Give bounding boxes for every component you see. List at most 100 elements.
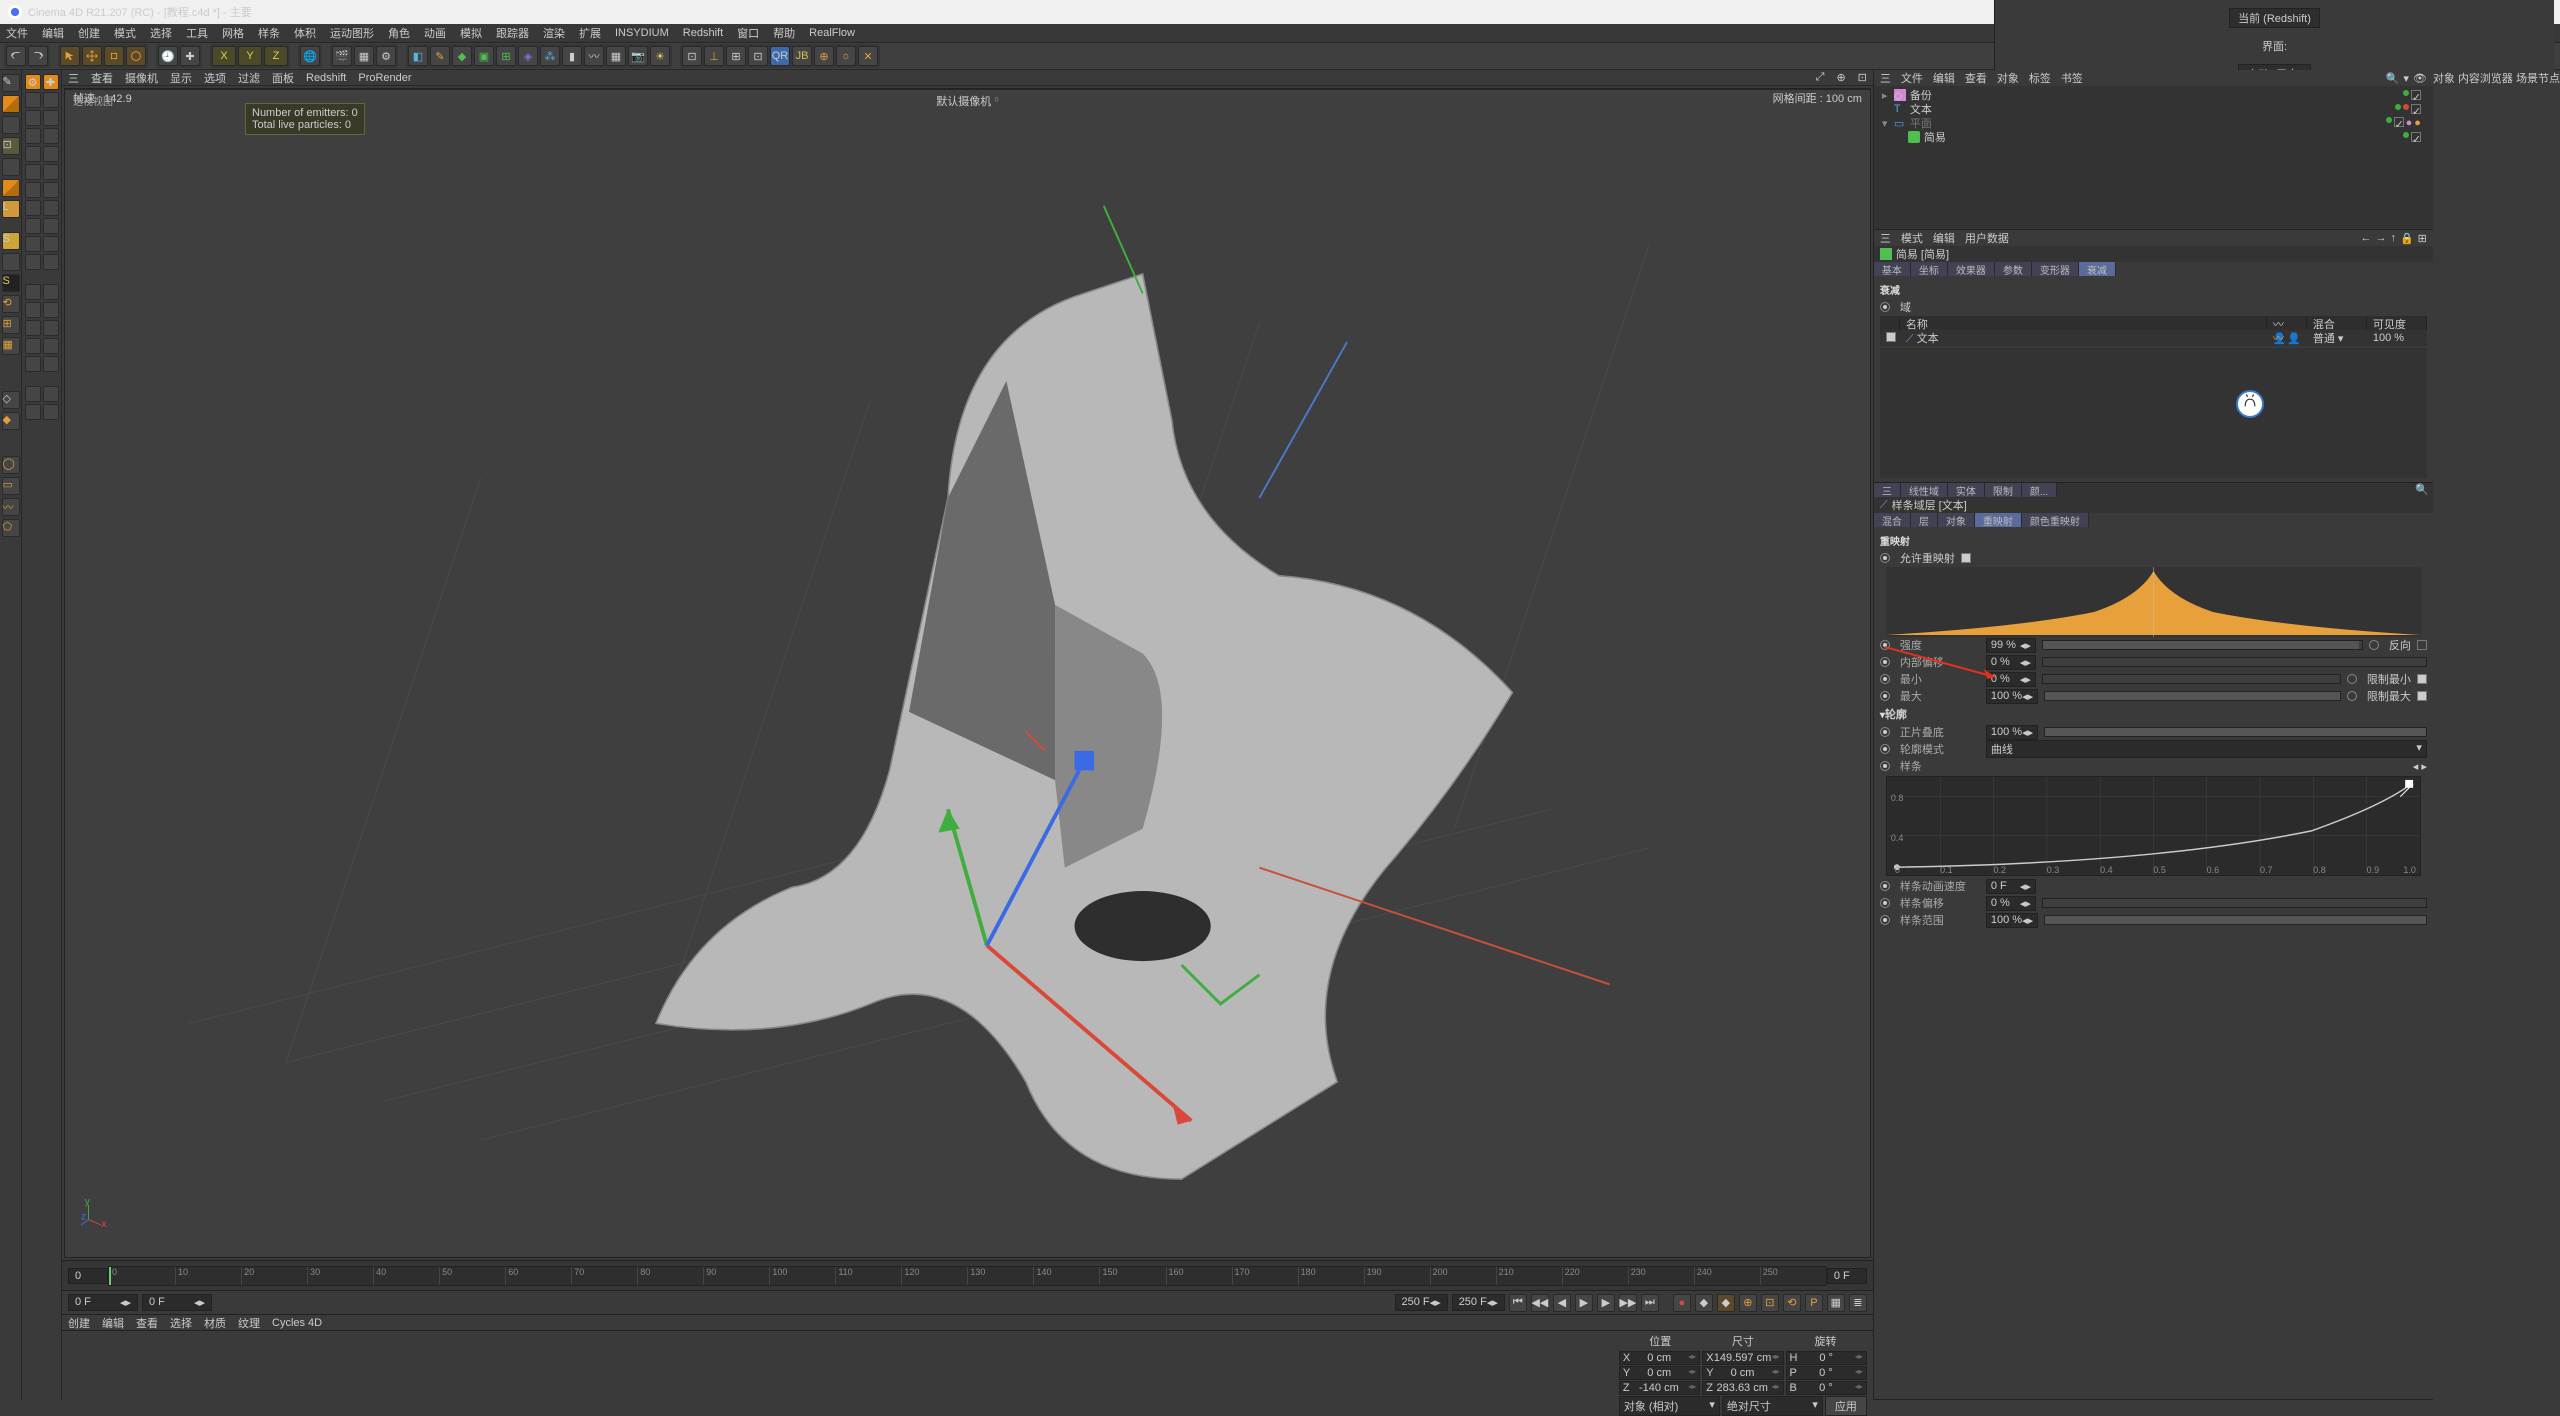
tab-falloff[interactable]: 衰减 xyxy=(2079,262,2116,276)
pos-x-field[interactable]: X0 cm◂▸ xyxy=(1619,1351,1700,1365)
edge-mode-button[interactable]: L xyxy=(2,200,20,218)
subtab-color[interactable]: 颜... xyxy=(2022,483,2057,497)
spline-speed-field[interactable]: 0 F◂▸ xyxy=(1986,879,2036,894)
menu-mograph[interactable]: 运动图形 xyxy=(330,25,374,41)
vp-menu-filter[interactable]: 过滤 xyxy=(238,70,260,86)
am-edit[interactable]: 编辑 xyxy=(1933,230,1955,246)
vp-menu-view[interactable]: 查看 xyxy=(91,70,113,86)
light-button[interactable]: ☀ xyxy=(650,46,670,66)
pos-y-field[interactable]: Y0 cm◂▸ xyxy=(1619,1366,1700,1380)
spline-opts-button[interactable]: ◂ ▸ xyxy=(2413,760,2427,773)
palette-icon-31[interactable] xyxy=(25,356,41,372)
pos-z-field[interactable]: Z-140 cm◂▸ xyxy=(1619,1381,1700,1395)
x-axis-button[interactable]: X xyxy=(212,46,236,66)
pla-key-button[interactable]: ▦ xyxy=(1827,1294,1845,1312)
vp-menu-panel[interactable]: 面板 xyxy=(272,70,294,86)
om-view[interactable]: 查看 xyxy=(1965,70,1987,86)
object-tree[interactable]: ▸◇备份 ✓ T文本 ✓ ▾▭平面 ✓●● 简易 ✓ xyxy=(1874,86,2433,229)
goto-end-button[interactable]: ⏭ xyxy=(1641,1294,1659,1312)
menu-spline[interactable]: 样条 xyxy=(258,25,280,41)
object-mode-button[interactable] xyxy=(2,158,20,176)
am-back-icon[interactable]: ← xyxy=(2360,232,2371,245)
obj-row-plane[interactable]: ▾▭平面 ✓●● xyxy=(1878,116,2429,130)
vp-menu-options[interactable]: 选项 xyxy=(204,70,226,86)
rot-key-button[interactable]: ⟲ xyxy=(1783,1294,1801,1312)
dock-tab-content[interactable]: 内容浏览器 xyxy=(2458,73,2513,85)
palette-icon-4[interactable] xyxy=(43,92,59,108)
am-lock-icon[interactable]: 🔒 xyxy=(2400,232,2414,245)
subtab-clamp[interactable]: 限制 xyxy=(1985,483,2022,497)
menu-tools[interactable]: 工具 xyxy=(186,25,208,41)
menu-render[interactable]: 渲染 xyxy=(543,25,565,41)
palette-icon-18[interactable] xyxy=(43,218,59,234)
vp-nav-icon2[interactable]: ⊕ xyxy=(1836,71,1845,84)
mat-view[interactable]: 查看 xyxy=(136,1315,158,1331)
sun-button[interactable]: ☼ xyxy=(836,46,856,66)
palette-icon-2[interactable]: ✚ xyxy=(43,74,59,90)
range-start-field[interactable]: 0 F◂▸ xyxy=(68,1294,138,1311)
coord-mode-dropdown[interactable]: 对象 (相对)▾ xyxy=(1619,1396,1720,1416)
vp-menu-redshift[interactable]: Redshift xyxy=(306,72,346,84)
workplane-button[interactable]: ⊡ xyxy=(2,137,20,155)
environment-button[interactable]: 〰 xyxy=(584,46,604,66)
menu-realflow[interactable]: RealFlow xyxy=(809,27,855,39)
scale-key-button[interactable]: ⊡ xyxy=(1761,1294,1779,1312)
tab-coord[interactable]: 坐标 xyxy=(1911,262,1948,276)
om-bookmarks[interactable]: 书签 xyxy=(2061,70,2083,86)
make-editable-button[interactable]: ✎ xyxy=(2,74,20,92)
nodespace-dropdown[interactable]: 当前 (Redshift) xyxy=(2229,8,2320,28)
qr-button[interactable]: QR xyxy=(770,46,790,66)
dock-tab-scenenodes[interactable]: 场景节点 xyxy=(2516,73,2560,85)
model-mode-button[interactable] xyxy=(2,95,20,113)
rot-b-field[interactable]: B0 °◂▸ xyxy=(1786,1381,1867,1395)
palette-icon-30[interactable] xyxy=(43,338,59,354)
xp-button[interactable]: ✕ xyxy=(858,46,878,66)
play-back-button[interactable]: ▶ xyxy=(1575,1294,1593,1312)
inneroffset-field[interactable]: 0 %◂▸ xyxy=(1986,655,2036,670)
prim-cube-button[interactable]: ◧ xyxy=(408,46,428,66)
palette-icon-23[interactable] xyxy=(25,284,41,300)
om-tags[interactable]: 标签 xyxy=(2029,70,2051,86)
select-tool[interactable] xyxy=(60,46,80,66)
palette-icon-1[interactable]: ⚙ xyxy=(25,74,41,90)
record-button[interactable]: ● xyxy=(1673,1294,1691,1312)
camera-button[interactable]: 📷 xyxy=(628,46,648,66)
mat-cycles[interactable]: Cycles 4D xyxy=(272,1317,322,1329)
deformer-button[interactable]: ◈ xyxy=(518,46,538,66)
menu-simulate[interactable]: 模拟 xyxy=(460,25,482,41)
s-icon-3[interactable]: S xyxy=(2,274,20,292)
palette-icon-11[interactable] xyxy=(25,164,41,180)
param-key-button[interactable]: P xyxy=(1805,1294,1823,1312)
om-file[interactable]: 文件 xyxy=(1901,70,1923,86)
palette-icon-7[interactable] xyxy=(25,128,41,144)
tab-effector[interactable]: 效果器 xyxy=(1948,262,1995,276)
palette-icon-10[interactable] xyxy=(43,146,59,162)
vp-nav-icon[interactable]: ⤢ xyxy=(1816,71,1825,84)
spline-range-slider[interactable] xyxy=(2044,915,2427,925)
menu-window[interactable]: 窗口 xyxy=(737,25,759,41)
multiply-field[interactable]: 100 %◂▸ xyxy=(1986,725,2038,740)
snap-button[interactable]: ⊡ xyxy=(748,46,768,66)
poly-select-button[interactable]: ⬠ xyxy=(2,519,20,537)
spline-offset-field[interactable]: 0 %◂▸ xyxy=(1986,896,2036,911)
scale-tool[interactable] xyxy=(104,46,124,66)
menu-mode[interactable]: 模式 xyxy=(114,25,136,41)
field-list-row[interactable]: ⟋ 文本 〰 👤 普通 ▾ 100 % xyxy=(1880,330,2427,346)
snap-settings-button[interactable]: ◆ xyxy=(2,412,20,430)
vp-nav-icon3[interactable]: ⊡ xyxy=(1858,71,1867,84)
subdiv-button[interactable]: ▣ xyxy=(474,46,494,66)
palette-icon-20[interactable] xyxy=(43,236,59,252)
coordinate-system-button[interactable]: 🌐 xyxy=(300,46,320,66)
project-end-field[interactable]: 250 F◂▸ xyxy=(1452,1294,1505,1311)
array-button[interactable]: ⊞ xyxy=(496,46,516,66)
vp-menu-prorender[interactable]: ProRender xyxy=(358,72,411,84)
s-icon-1[interactable]: S xyxy=(2,232,20,250)
palette-icon-25[interactable] xyxy=(25,302,41,318)
menu-extensions[interactable]: 扩展 xyxy=(579,25,601,41)
reverse-check[interactable] xyxy=(2417,640,2427,650)
y-axis-button[interactable]: Y xyxy=(238,46,262,66)
floor-button[interactable]: ⊥ xyxy=(704,46,724,66)
spline-range-field[interactable]: 100 %◂▸ xyxy=(1986,913,2038,928)
vp-menu-display[interactable]: 显示 xyxy=(170,70,192,86)
palette-icon-26[interactable] xyxy=(43,302,59,318)
